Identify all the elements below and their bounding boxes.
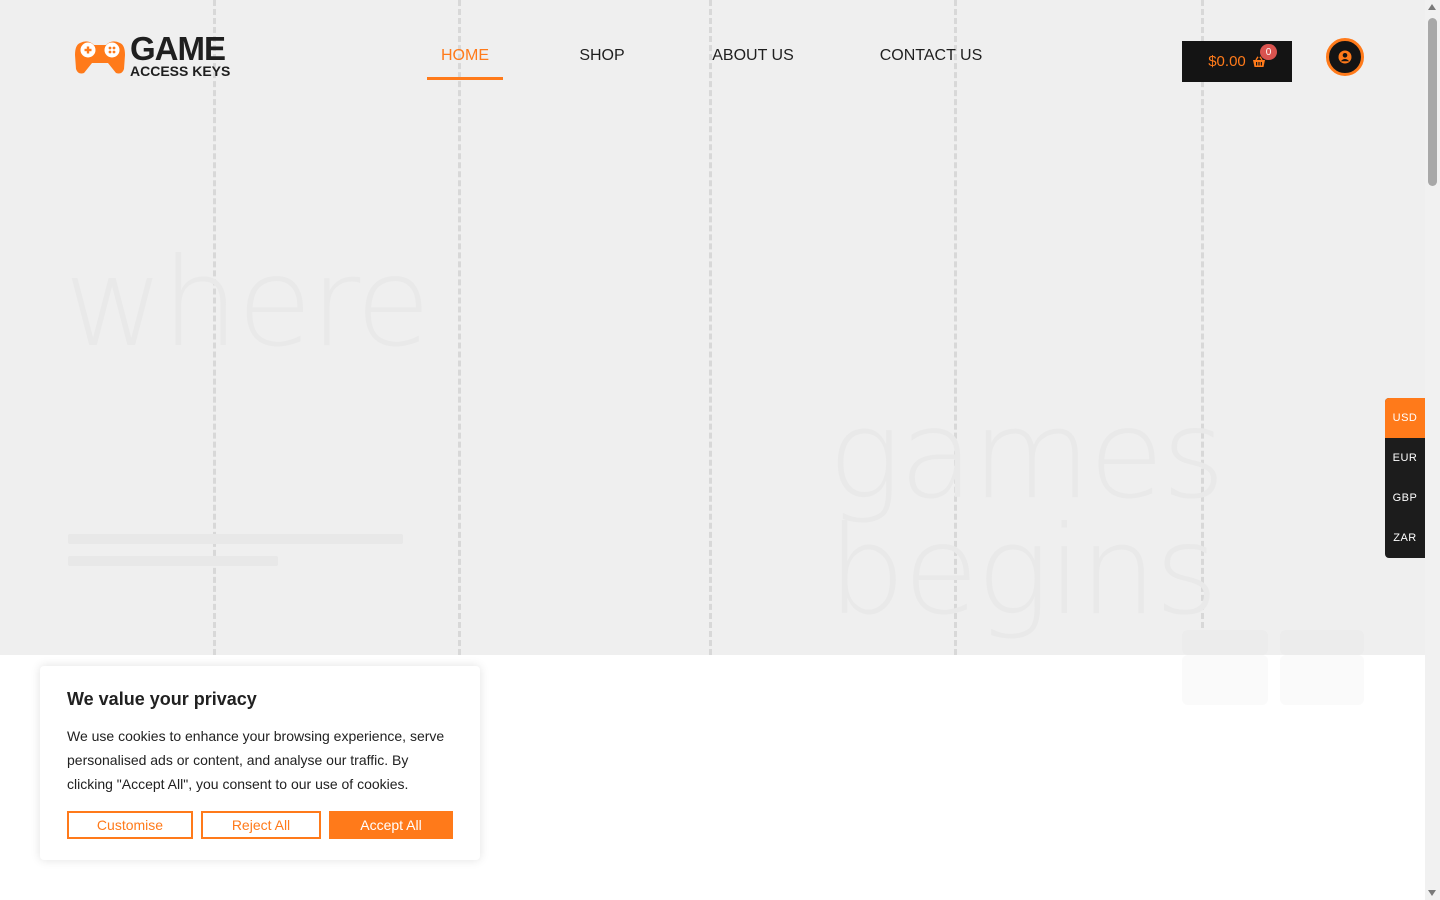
cart-button[interactable]: $0.00 0 [1182, 41, 1292, 82]
hero-card-placeholder [1280, 655, 1364, 705]
cookie-message: We use cookies to enhance your browsing … [67, 728, 445, 792]
hero-word-begins: begins [828, 500, 1218, 642]
currency-option-zar[interactable]: ZAR [1385, 518, 1425, 558]
user-circle-icon [1338, 50, 1352, 64]
cookie-actions: Customise Reject All Accept All [67, 811, 453, 839]
account-button[interactable] [1326, 38, 1364, 76]
currency-switcher: USD EUR GBP ZAR [1385, 398, 1425, 558]
hero-subtitle-placeholder [68, 556, 278, 566]
hero-card-placeholder [1182, 655, 1268, 705]
hero-subtitle-placeholder [68, 534, 403, 544]
nav-item-home[interactable]: HOME [427, 36, 503, 80]
customise-button[interactable]: Customise [67, 811, 193, 839]
currency-option-usd[interactable]: USD [1385, 398, 1425, 438]
reject-all-button[interactable]: Reject All [201, 811, 321, 839]
nav-item-about-us[interactable]: ABOUT US [704, 36, 802, 80]
site-logo[interactable]: GAME ACCESS KEYS [72, 32, 234, 78]
hero-card-placeholder [1280, 630, 1364, 655]
currency-option-eur[interactable]: EUR [1385, 438, 1425, 478]
cookie-title: We value your privacy [67, 689, 257, 709]
scroll-up-arrow-icon[interactable] [1428, 4, 1436, 10]
hero-word-where: where [64, 232, 431, 374]
logo-wordmark: GAME ACCESS KEYS [130, 32, 230, 78]
logo-line-2: ACCESS KEYS [130, 63, 231, 79]
gamepad-icon [75, 41, 125, 74]
currency-option-gbp[interactable]: GBP [1385, 478, 1425, 518]
site-header: GAME ACCESS KEYS HOME SHOP ABOUT US CONT… [0, 0, 1425, 110]
cart-count-badge: 0 [1260, 44, 1277, 60]
scroll-thumb[interactable] [1428, 18, 1437, 186]
nav-item-contact-us[interactable]: CONTACT US [872, 36, 990, 80]
hero-card-placeholder [1182, 630, 1268, 655]
accept-all-button[interactable]: Accept All [329, 811, 453, 839]
page-scrollbar[interactable] [1425, 0, 1440, 900]
cart-total: $0.00 [1208, 53, 1246, 70]
scroll-down-arrow-icon[interactable] [1428, 890, 1436, 896]
logo-line-1: GAME [130, 30, 226, 67]
nav-item-shop[interactable]: SHOP [568, 36, 636, 80]
cookie-consent-banner: We value your privacy We use cookies to … [40, 666, 480, 860]
